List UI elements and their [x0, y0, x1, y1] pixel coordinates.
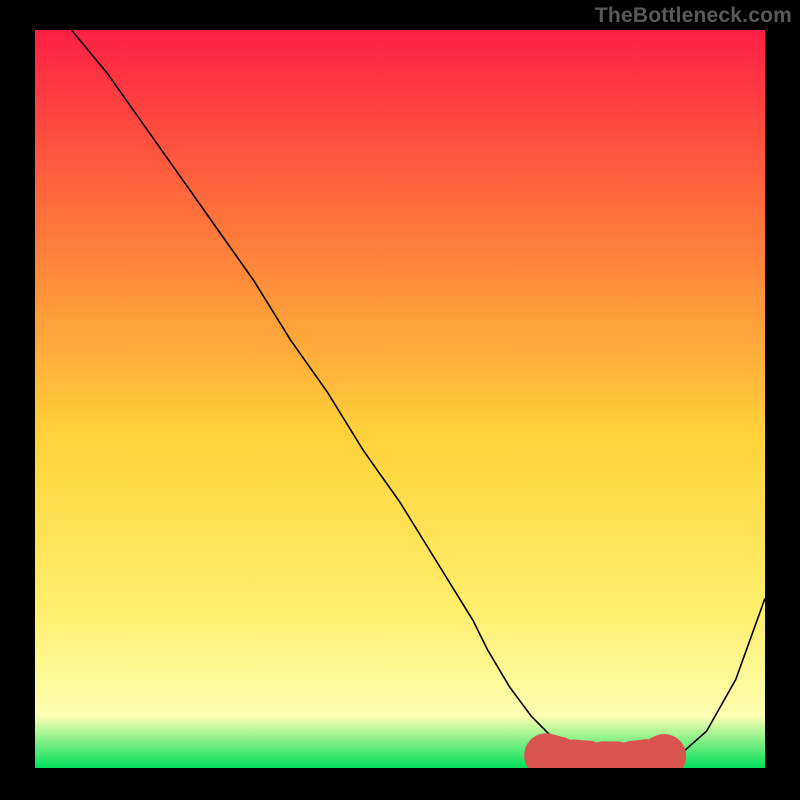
bottleneck-chart	[35, 30, 765, 768]
chart-container: TheBottleneck.com	[0, 0, 800, 800]
optimal-range-line	[546, 755, 664, 763]
optimal-range-markers	[546, 755, 664, 763]
gradient-background	[35, 30, 765, 768]
watermark-text: TheBottleneck.com	[595, 4, 792, 28]
